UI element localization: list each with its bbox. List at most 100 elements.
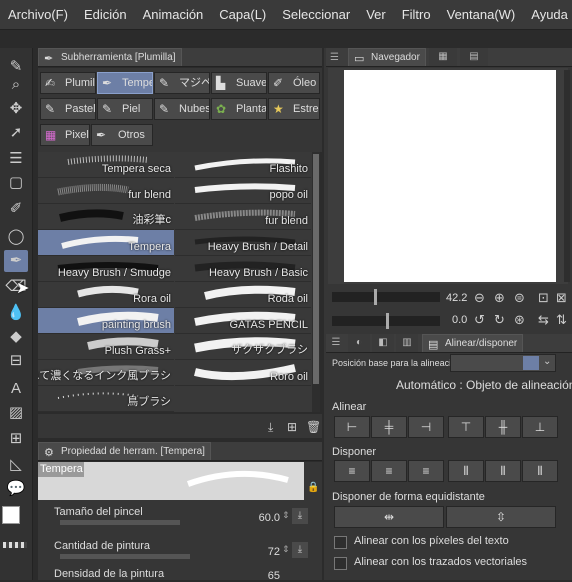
menu-ver[interactable]: Ver: [358, 7, 394, 22]
brush-item[interactable]: painting brush: [38, 308, 174, 334]
stepper-icon[interactable]: ⇕: [282, 544, 290, 555]
brush-item[interactable]: GATAS PENCIL: [175, 308, 311, 334]
brush-item[interactable]: ザクザクブラシ: [175, 334, 311, 360]
brush-item[interactable]: Rora oil: [38, 282, 174, 308]
group-nubes[interactable]: ✎ Nubes: [154, 98, 210, 120]
menu-edicion[interactable]: Edición: [76, 7, 135, 22]
menu-archivo[interactable]: Archivo(F): [0, 7, 76, 22]
brush-item[interactable]: 鳥ブラシ: [38, 386, 174, 412]
property-tab[interactable]: ⚙ Propiedad de herram. [Tempera]: [38, 442, 211, 460]
align-left-button[interactable]: ⊢: [334, 416, 370, 438]
transparent-color-icon[interactable]: [3, 542, 27, 548]
align-vectors-checkbox[interactable]: [334, 557, 347, 570]
copy-icon[interactable]: ⤓: [268, 420, 273, 435]
align-top-button[interactable]: ⊤: [448, 416, 484, 438]
menu-ventana[interactable]: Ventana(W): [439, 7, 524, 22]
panel-menu-icon[interactable]: ☰: [326, 334, 346, 352]
gradient-tool-icon[interactable]: ⊟: [4, 350, 28, 372]
rotation-value[interactable]: 0.0: [452, 314, 467, 326]
menu-filtro[interactable]: Filtro: [394, 7, 439, 22]
property-slider[interactable]: [60, 520, 180, 525]
lasso-tool-icon[interactable]: ◯: [4, 226, 28, 248]
history-tab-icon[interactable]: ▥: [396, 334, 418, 352]
zoom-in-icon[interactable]: ⊕: [494, 290, 505, 306]
zoom-slider[interactable]: [332, 289, 440, 305]
lock-icon[interactable]: 🔒: [307, 482, 319, 493]
equidistant-vertical-button[interactable]: ⇳: [446, 506, 556, 528]
align-center-h-button[interactable]: ╪: [371, 416, 407, 438]
brush-item[interactable]: 重ねて濃くなるインク風ブラシ: [38, 360, 174, 386]
scroll-thumb[interactable]: [313, 154, 319, 384]
distribute-top-button[interactable]: ≡: [334, 460, 370, 482]
group-pixel[interactable]: ▦ Pixel: [40, 124, 90, 146]
zoom-slider-thumb[interactable]: [374, 289, 377, 305]
align-center-v-button[interactable]: ╫: [485, 416, 521, 438]
brush-item[interactable]: fur blend: [175, 204, 311, 230]
group-plumilla[interactable]: ✍Plumilla: [40, 72, 96, 94]
layer-move-icon[interactable]: ☰: [4, 148, 28, 170]
brush-item[interactable]: Plush Grass+: [38, 334, 174, 360]
brush-list-scrollbar[interactable]: [312, 152, 320, 412]
group-tempera[interactable]: ✒Tempera: [97, 72, 153, 94]
selection-tool-icon[interactable]: ▢: [4, 172, 28, 194]
eyedropper-tool-icon[interactable]: ✐: [4, 198, 28, 220]
align-right-button[interactable]: ⊣: [408, 416, 444, 438]
zoom-value[interactable]: 42.2: [446, 292, 467, 304]
layer-property-tab-icon[interactable]: ▦: [428, 48, 457, 66]
brush-item[interactable]: fur blend: [38, 178, 174, 204]
brush-item[interactable]: Roda oil: [175, 282, 311, 308]
rotate-left-icon[interactable]: ↺: [474, 312, 485, 328]
group-majipe[interactable]: ✎ マジペ: [154, 72, 210, 94]
brush-item[interactable]: popo oil: [175, 178, 311, 204]
base-position-selector[interactable]: ⌄: [450, 354, 556, 372]
dynamics-button[interactable]: ⤓: [292, 508, 308, 524]
balloon-tool-icon[interactable]: 💬: [4, 478, 28, 500]
reset-rotation-icon[interactable]: ⊛: [514, 312, 525, 328]
flip-vertical-icon[interactable]: ⇅: [556, 312, 567, 328]
zoom-out-icon[interactable]: ⊖: [474, 290, 485, 306]
fill-tool-icon[interactable]: ◆: [4, 326, 28, 348]
distribute-center-v-button[interactable]: ≡: [371, 460, 407, 482]
flip-horizontal-icon[interactable]: ⇆: [538, 312, 549, 328]
color-set-tab-icon[interactable]: ◧: [372, 334, 394, 352]
operation-tool-icon[interactable]: ➚: [4, 122, 28, 144]
text-tool-icon[interactable]: A: [4, 378, 28, 400]
brush-item[interactable]: Flashito: [175, 152, 311, 178]
property-value[interactable]: 72: [240, 546, 280, 558]
rotate-right-icon[interactable]: ↻: [494, 312, 505, 328]
ruler-tool-icon[interactable]: ◺: [4, 454, 28, 476]
group-estrellas[interactable]: ★Estrellas: [268, 98, 320, 120]
blend-tool-icon[interactable]: 💧: [4, 302, 28, 324]
color-wheel-tab-icon[interactable]: ◐: [348, 334, 370, 352]
property-slider[interactable]: [60, 554, 190, 559]
group-otros[interactable]: ✒ Otros: [91, 124, 153, 146]
brush-item[interactable]: Roro oil: [175, 360, 311, 386]
full-view-icon[interactable]: ⊠: [556, 290, 567, 306]
navigator-scrollbar[interactable]: [564, 70, 570, 282]
distribute-left-button[interactable]: ⦀: [448, 460, 484, 482]
group-pastel[interactable]: ✎ Pastel: [40, 98, 96, 120]
dynamics-button[interactable]: ⤓: [292, 542, 308, 558]
fit-view-icon[interactable]: ⊜: [514, 290, 525, 306]
equidistant-horizontal-button[interactable]: ⇹: [334, 506, 444, 528]
distribute-center-h-button[interactable]: ⦀: [485, 460, 521, 482]
brush-item[interactable]: Heavy Brush / Detail: [175, 230, 311, 256]
group-oleo[interactable]: ✐ Óleo: [268, 72, 320, 94]
move-tool-icon[interactable]: ✥: [4, 98, 28, 120]
align-bottom-button[interactable]: ⊥: [522, 416, 558, 438]
align-tab[interactable]: ▤ Alinear/disponer: [422, 334, 524, 352]
frame-tool-icon[interactable]: ⊞: [4, 428, 28, 450]
menu-ayuda[interactable]: Ayuda: [523, 7, 572, 22]
group-suave[interactable]: ▙ Suave: [211, 72, 267, 94]
trash-icon[interactable]: 🗑: [306, 420, 321, 434]
brush-item[interactable]: Heavy Brush / Smudge: [38, 256, 174, 282]
canvas-preview[interactable]: [344, 70, 556, 282]
panel-menu-icon[interactable]: ☰: [330, 52, 339, 63]
add-icon[interactable]: ⊞: [287, 420, 297, 434]
brush-item[interactable]: Heavy Brush / Basic: [175, 256, 311, 282]
brush-tool-icon[interactable]: ✒: [4, 250, 28, 272]
stepper-icon[interactable]: ⇕: [282, 510, 290, 521]
property-value[interactable]: 60.0: [240, 512, 280, 524]
brush-item[interactable]: 油彩筆c: [38, 204, 174, 230]
distribute-bottom-button[interactable]: ≡: [408, 460, 444, 482]
